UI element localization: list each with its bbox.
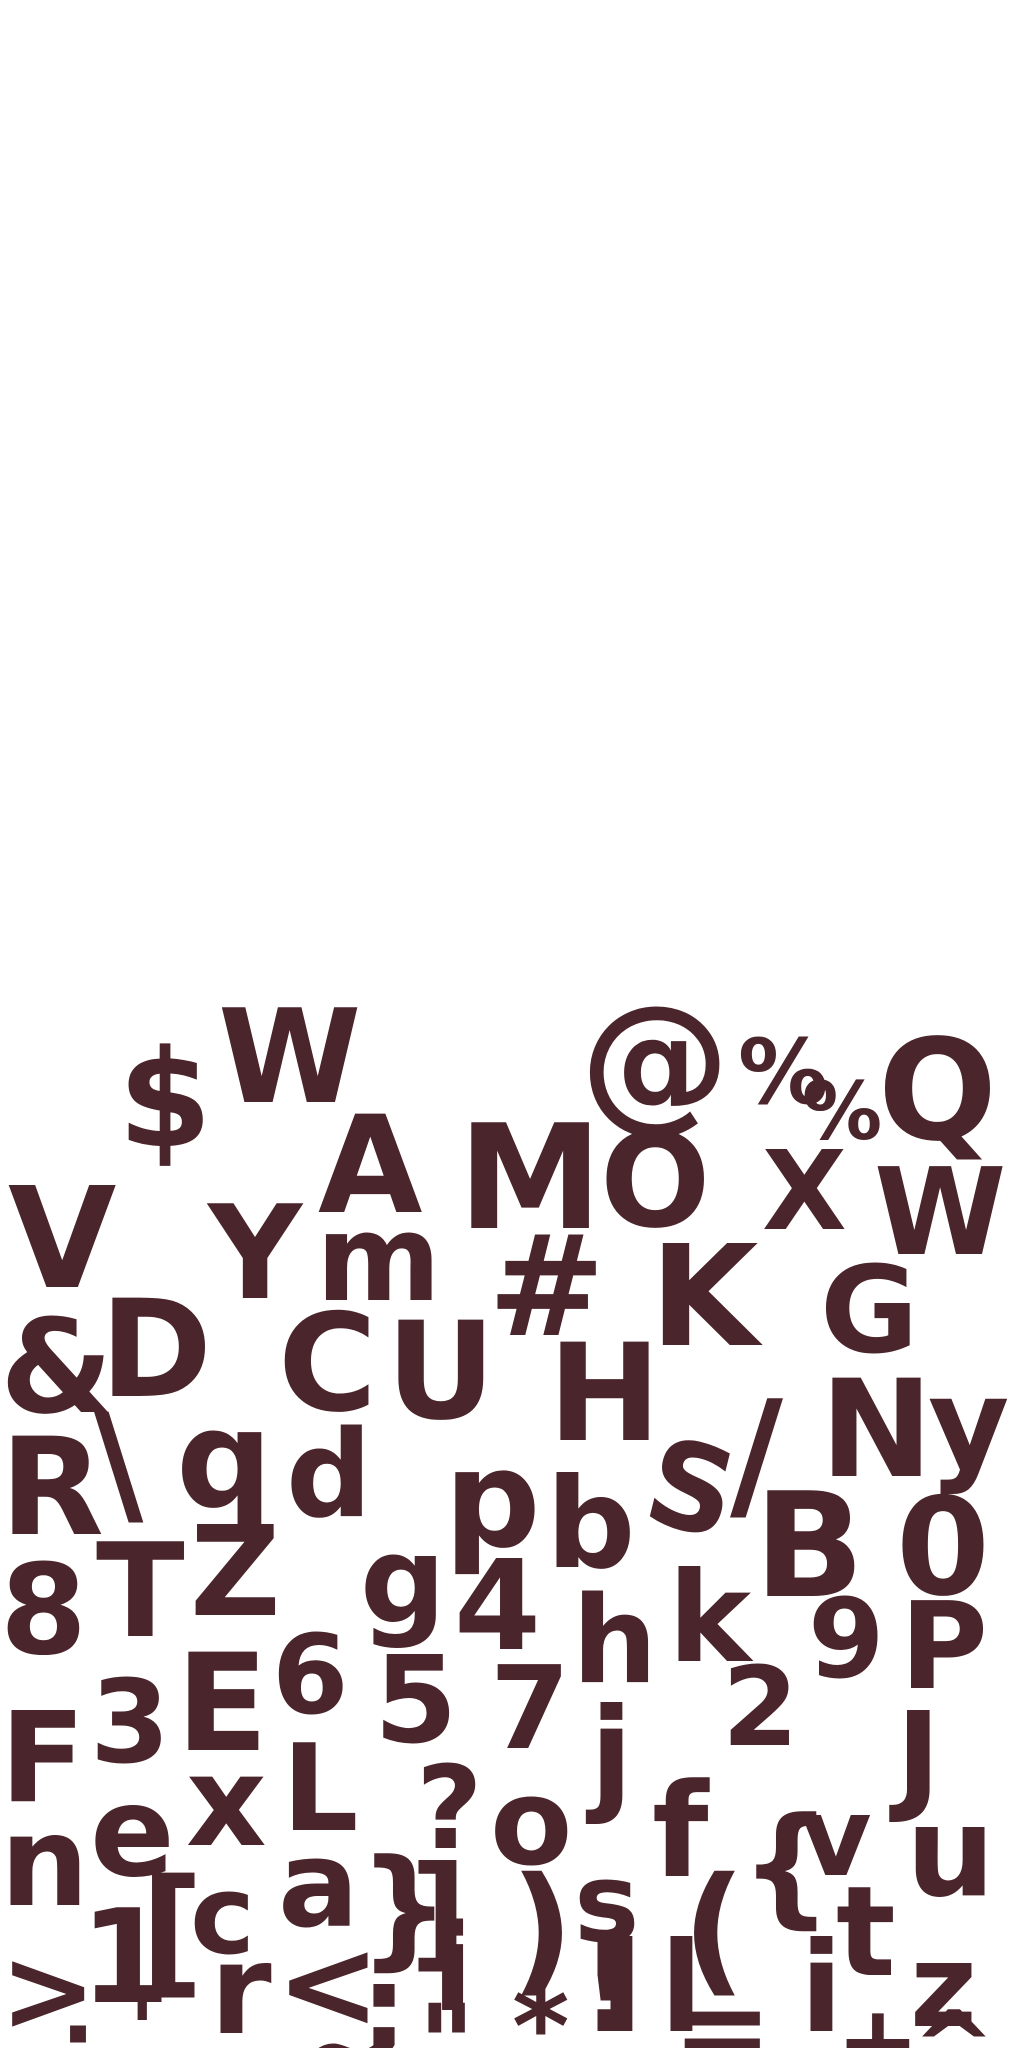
apostrophe-glyph: ' xyxy=(130,1983,155,2048)
underscore-glyph: _ xyxy=(226,2028,266,2048)
glyph-Z: Z xyxy=(190,1500,281,1645)
caret-glyph: ^ xyxy=(912,1989,996,2048)
left-brace-glyph: { xyxy=(740,1789,833,1941)
glyph-7: 7 xyxy=(490,1642,571,1776)
glyph-9: 9 xyxy=(808,1575,885,1703)
comma-glyph: , xyxy=(180,1984,215,2048)
colon-glyph: : xyxy=(60,1992,96,2048)
glyph-g: g xyxy=(360,1512,446,1651)
glyph-X: X xyxy=(762,1127,847,1255)
plus-glyph: + xyxy=(836,1983,920,2048)
glyph-u: u xyxy=(906,1780,995,1925)
glyph-pile: $ W @%% Q A M O X V Ym W # K G & D C U H R \ q d p b S / Ny B 0 8 T Zg 4 h… xyxy=(0,0,1024,2048)
period-glyph: . xyxy=(480,1989,518,2048)
left-bracket-glyph: [ xyxy=(140,1850,204,2013)
hyphen-glyph: - xyxy=(0,2016,33,2048)
tilde-glyph: ~ xyxy=(304,2000,388,2048)
glyph-x: x xyxy=(186,1730,267,1875)
double-quote-glyph: " xyxy=(418,1981,476,2048)
glyph-R: R xyxy=(0,1409,104,1566)
glyph-6: 6 xyxy=(272,1611,349,1739)
glyph-U: U xyxy=(386,1293,496,1450)
glyph-t: t xyxy=(836,1860,896,2005)
glyph-8: 8 xyxy=(0,1538,87,1683)
glyph-n: n xyxy=(0,1790,89,1935)
glyph-j: j xyxy=(590,1682,633,1827)
glyph-Q: Q xyxy=(878,1010,998,1173)
dollar-glyph: $ xyxy=(118,1021,212,1178)
glyph-H: H xyxy=(548,1315,661,1472)
glyph-K: K xyxy=(650,1216,759,1379)
glyph-l: l xyxy=(600,1916,643,2048)
backslash-glyph: \ xyxy=(94,1385,144,1542)
glyph-T: T xyxy=(96,1515,185,1667)
glyph-2: 2 xyxy=(722,1643,799,1771)
glyph-l: l xyxy=(660,1916,703,2048)
glyph-b: b xyxy=(546,1452,636,1597)
asterisk-glyph: * xyxy=(512,1963,570,2048)
